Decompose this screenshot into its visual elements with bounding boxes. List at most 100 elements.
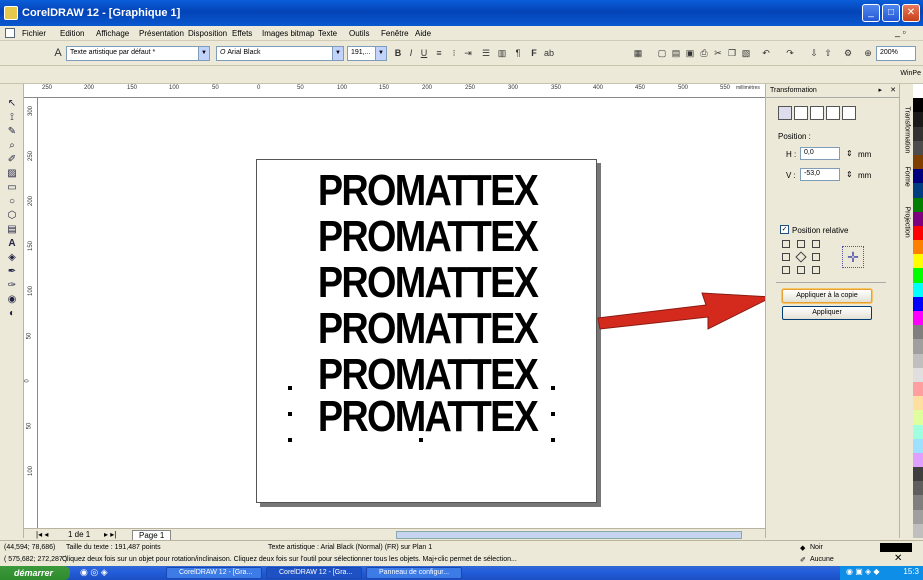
polygon-tool-icon[interactable]: ⬡ — [5, 210, 19, 222]
selection-handle[interactable] — [288, 412, 292, 416]
position-mode-icon[interactable] — [778, 106, 792, 120]
save-icon[interactable]: ▣ — [684, 47, 696, 59]
tray-icons[interactable]: ◉ ▣ ◈ ◆ — [846, 567, 880, 576]
skew-mode-icon[interactable] — [842, 106, 856, 120]
palette-swatch[interactable] — [913, 254, 923, 269]
rotate-mode-icon[interactable] — [794, 106, 808, 120]
palette-swatch[interactable] — [913, 523, 923, 538]
print-icon[interactable]: ⎙ — [698, 47, 710, 59]
v-position-input[interactable]: -53,0 — [800, 168, 840, 181]
align-icon[interactable]: ≡ — [433, 47, 445, 59]
tab-projection[interactable]: Projection — [904, 207, 911, 249]
v-spinner-icon[interactable]: ⇕ — [846, 170, 853, 179]
h-spinner-icon[interactable]: ⇕ — [846, 149, 853, 158]
docker-close-icon[interactable]: ✕ — [890, 86, 896, 94]
freehand-tool-icon[interactable]: ✐ — [5, 154, 19, 166]
copy-icon[interactable]: ❐ — [726, 47, 738, 59]
palette-swatch[interactable] — [913, 84, 923, 99]
scale-mode-icon[interactable] — [810, 106, 824, 120]
promattex-text-6-selected[interactable]: PROMATTEX — [281, 395, 574, 439]
interactive-fill-icon[interactable]: ◐ — [5, 308, 19, 320]
anchor-point[interactable] — [782, 266, 790, 274]
zoom-tool-icon[interactable]: ⌕ — [5, 140, 19, 152]
edit-text-icon[interactable]: ab — [543, 47, 555, 59]
import-icon[interactable]: ⇩ — [808, 47, 820, 59]
palette-swatch[interactable] — [913, 211, 923, 226]
redo-icon[interactable]: ↷ — [784, 47, 796, 59]
horizontal-scrollbar[interactable] — [396, 531, 742, 539]
palette-swatch[interactable] — [913, 495, 923, 510]
promattex-text-2[interactable]: PROMATTEX — [281, 215, 574, 259]
font-combo[interactable]: O Arial Black ▼ — [216, 46, 344, 61]
grid-icon[interactable]: ▦ — [632, 47, 644, 59]
menu-aide[interactable]: Aide — [415, 29, 431, 38]
palette-swatch[interactable] — [913, 225, 923, 241]
text-style-icon[interactable]: A — [52, 47, 64, 59]
italic-icon[interactable]: I — [405, 47, 417, 59]
task-coreldraw-1[interactable]: CorelDRAW 12 - [Gra... — [166, 567, 262, 579]
selection-handle[interactable] — [551, 438, 555, 442]
promattex-text-1[interactable]: PROMATTEX — [281, 169, 574, 213]
size-combo[interactable]: 191,... ▼ — [347, 46, 387, 61]
basic-shapes-icon[interactable]: ▤ — [5, 224, 19, 236]
quick-launch-icons[interactable]: ◉ ◎ ◈ — [80, 567, 108, 578]
apply-to-copy-button[interactable]: Appliquer à la copie — [782, 289, 872, 303]
palette-swatch[interactable] — [913, 509, 923, 524]
document-icon[interactable] — [5, 28, 15, 38]
text-tool-icon[interactable]: A — [5, 238, 19, 250]
menu-texte[interactable]: Texte — [318, 29, 337, 38]
palette-swatch[interactable] — [913, 169, 923, 184]
palette-swatch[interactable] — [913, 154, 923, 170]
zoom-tool-icon[interactable]: ⊕ — [862, 47, 874, 59]
palette-swatch[interactable] — [913, 112, 923, 127]
promattex-text-5[interactable]: PROMATTEX — [281, 353, 574, 397]
drawing-page[interactable]: PROMATTEX PROMATTEX PROMATTEX PROMATTEX … — [256, 159, 597, 503]
export-icon[interactable]: ⇧ — [822, 47, 834, 59]
palette-swatch[interactable] — [913, 381, 923, 397]
format-text-icon[interactable]: F — [528, 47, 540, 59]
h-position-input[interactable]: 0,0 — [800, 147, 840, 160]
chevron-down-icon[interactable]: ▼ — [332, 47, 343, 60]
bold-icon[interactable]: B — [392, 47, 404, 59]
palette-swatch[interactable] — [913, 410, 923, 425]
next-page-icon[interactable]: ▸ ▸| — [104, 530, 116, 539]
paragraph-icon[interactable]: ¶ — [512, 47, 524, 59]
relative-position-checkbox[interactable]: ✓ — [780, 225, 789, 234]
first-page-icon[interactable]: |◂ ◂ — [36, 530, 48, 539]
menu-affichage[interactable]: Affichage — [96, 29, 129, 38]
pick-tool-icon[interactable]: ↖ — [5, 98, 19, 110]
palette-swatch[interactable] — [913, 268, 923, 283]
tab-transformation[interactable]: Transformation — [904, 107, 911, 154]
interactive-blend-icon[interactable]: ◈ — [5, 252, 19, 264]
zoom-combo[interactable]: 200% — [876, 46, 916, 61]
anchor-point[interactable] — [812, 240, 820, 248]
palette-swatch[interactable] — [913, 311, 923, 326]
palette-swatch[interactable] — [913, 396, 923, 411]
indent-icon[interactable]: ⇥ — [462, 47, 474, 59]
anchor-point[interactable] — [812, 253, 820, 261]
promattex-text-3[interactable]: PROMATTEX — [281, 261, 574, 305]
style-combo[interactable]: Texte artistique par défaut * ▼ — [66, 46, 210, 61]
anchor-point[interactable] — [812, 266, 820, 274]
undo-icon[interactable]: ↶ — [760, 47, 772, 59]
open-icon[interactable]: ▤ — [670, 47, 682, 59]
rectangle-tool-icon[interactable]: ▭ — [5, 182, 19, 194]
application-launcher-icon[interactable]: ⚙ — [842, 47, 854, 59]
palette-swatch[interactable] — [913, 438, 923, 453]
list-icon[interactable]: ☰ — [480, 47, 492, 59]
selection-handle[interactable] — [419, 386, 423, 390]
anchor-point[interactable] — [797, 240, 805, 248]
anchor-point-center[interactable] — [795, 251, 807, 263]
paste-icon[interactable]: ▧ — [740, 47, 752, 59]
size-mode-icon[interactable] — [826, 106, 840, 120]
palette-swatch[interactable] — [913, 240, 923, 255]
ellipse-tool-icon[interactable]: ○ — [5, 196, 19, 208]
palette-swatch[interactable] — [913, 424, 923, 439]
chevron-down-icon[interactable]: ▼ — [198, 47, 209, 60]
palette-swatch[interactable] — [913, 282, 923, 297]
palette-swatch[interactable] — [913, 126, 923, 141]
crop-tool-icon[interactable]: ✎ — [5, 126, 19, 138]
menu-disposition[interactable]: Disposition — [188, 29, 227, 38]
fill-tool-icon[interactable]: ◉ — [5, 294, 19, 306]
palette-swatch[interactable] — [913, 183, 923, 198]
